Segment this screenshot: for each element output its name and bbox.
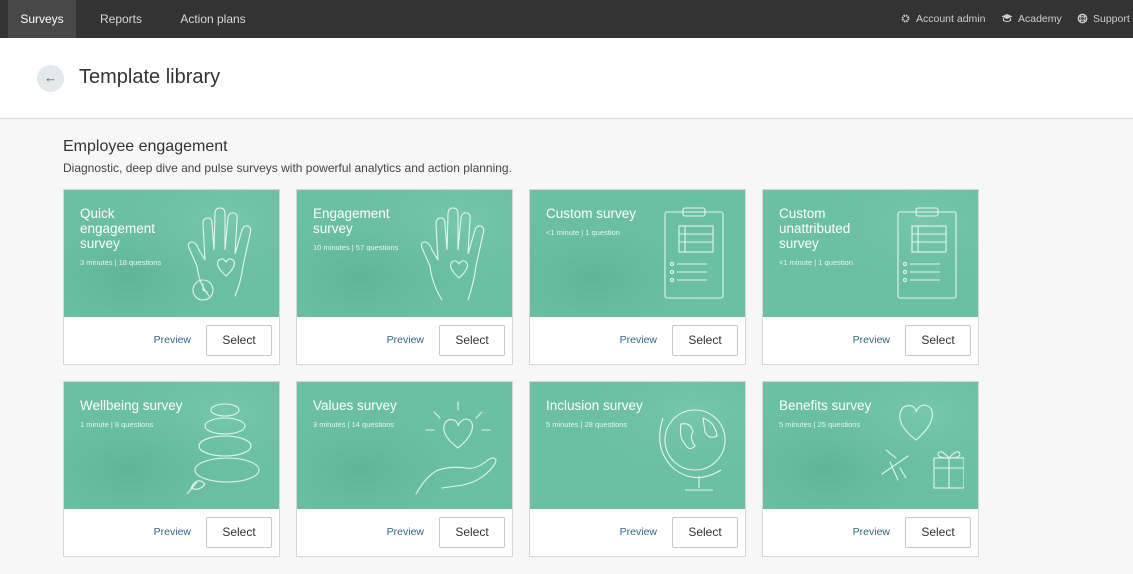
page-header: ← Template library xyxy=(0,38,1133,119)
academy-link[interactable]: Academy xyxy=(1001,0,1062,38)
card-title: Custom survey xyxy=(546,206,637,221)
select-button[interactable]: Select xyxy=(439,517,505,548)
preview-link[interactable]: Preview xyxy=(620,526,657,538)
page-title: Template library xyxy=(79,66,221,88)
card-actions: Preview Select xyxy=(297,509,512,556)
academy-label: Academy xyxy=(1018,13,1062,25)
template-card-values: Values survey 3 minutes | 14 questions P… xyxy=(296,381,513,557)
card-banner: Quick engagement survey 3 minutes | 18 q… xyxy=(64,190,279,317)
support-link[interactable]: Support xyxy=(1077,0,1130,38)
card-title: Quick engagement survey xyxy=(80,206,156,251)
card-meta: 3 minutes | 14 questions xyxy=(313,420,395,429)
arrow-left-icon: ← xyxy=(44,70,57,85)
lifebuoy-icon xyxy=(1077,2,1088,40)
select-button[interactable]: Select xyxy=(672,325,738,356)
card-title: Engagement survey xyxy=(313,206,390,236)
template-card-custom: Custom survey <1 minute | 1 question Pre… xyxy=(529,189,746,365)
preview-link[interactable]: Preview xyxy=(853,526,890,538)
card-actions: Preview Select xyxy=(763,509,978,556)
template-card-wellbeing: Wellbeing survey 1 minute | 8 questions … xyxy=(63,381,280,557)
template-card-benefits: Benefits survey 5 minutes | 25 questions… xyxy=(762,381,979,557)
card-meta: <1 minute | 1 question xyxy=(546,228,620,237)
support-label: Support xyxy=(1093,13,1130,25)
card-meta: <1 minute | 1 question xyxy=(779,258,853,267)
template-card-custom-unattributed: Custom unattributed survey <1 minute | 1… xyxy=(762,189,979,365)
preview-link[interactable]: Preview xyxy=(387,334,424,346)
card-banner: Engagement survey 10 minutes | 57 questi… xyxy=(297,190,512,317)
template-card-inclusion: Inclusion survey 5 minutes | 28 question… xyxy=(529,381,746,557)
select-button[interactable]: Select xyxy=(905,517,971,548)
card-meta: 5 minutes | 25 questions xyxy=(779,420,861,429)
card-meta: 3 minutes | 18 questions xyxy=(80,258,162,267)
heart-plane-gift-icon xyxy=(881,404,964,489)
account-admin-link[interactable]: Account admin xyxy=(900,0,985,38)
hand-heart-clock-icon xyxy=(187,207,252,301)
globe-icon xyxy=(659,409,726,491)
hand-heart-icon xyxy=(420,207,485,301)
clipboard-icon xyxy=(664,207,724,299)
card-actions: Preview Select xyxy=(64,509,279,556)
hand-holding-heart-icon xyxy=(415,401,497,495)
select-button[interactable]: Select xyxy=(206,325,272,356)
card-banner: Custom unattributed survey <1 minute | 1… xyxy=(763,190,978,317)
account-admin-label: Account admin xyxy=(916,13,986,25)
card-actions: Preview Select xyxy=(530,317,745,364)
card-banner: Inclusion survey 5 minutes | 28 question… xyxy=(530,382,745,509)
preview-link[interactable]: Preview xyxy=(154,334,191,346)
card-actions: Preview Select xyxy=(763,317,978,364)
card-banner: Values survey 3 minutes | 14 questions xyxy=(297,382,512,509)
tab-action-plans[interactable]: Action plans xyxy=(170,0,256,38)
card-banner: Custom survey <1 minute | 1 question xyxy=(530,190,745,317)
graduation-cap-icon xyxy=(1001,2,1013,40)
back-button[interactable]: ← xyxy=(37,65,64,92)
card-actions: Preview Select xyxy=(297,317,512,364)
select-button[interactable]: Select xyxy=(905,325,971,356)
card-actions: Preview Select xyxy=(530,509,745,556)
template-card-quick-engagement: Quick engagement survey 3 minutes | 18 q… xyxy=(63,189,280,365)
select-button[interactable]: Select xyxy=(672,517,738,548)
tab-surveys[interactable]: Surveys xyxy=(8,0,76,38)
zen-stones-icon xyxy=(186,403,260,495)
template-card-engagement: Engagement survey 10 minutes | 57 questi… xyxy=(296,189,513,365)
card-meta: 10 minutes | 57 questions xyxy=(313,243,399,252)
section-description: Diagnostic, deep dive and pulse surveys … xyxy=(63,161,512,175)
top-nav: Surveys Reports Action plans Account adm… xyxy=(0,0,1133,38)
card-banner: Wellbeing survey 1 minute | 8 questions xyxy=(64,382,279,509)
select-button[interactable]: Select xyxy=(439,325,505,356)
card-meta: 5 minutes | 28 questions xyxy=(546,420,628,429)
preview-link[interactable]: Preview xyxy=(620,334,657,346)
card-title: Custom unattributed survey xyxy=(779,206,851,251)
card-meta: 1 minute | 8 questions xyxy=(80,420,154,429)
preview-link[interactable]: Preview xyxy=(853,334,890,346)
clipboard-icon xyxy=(897,207,957,299)
gear-icon xyxy=(900,2,911,40)
section-title: Employee engagement xyxy=(63,138,228,155)
card-actions: Preview Select xyxy=(64,317,279,364)
tab-reports[interactable]: Reports xyxy=(90,0,152,38)
preview-link[interactable]: Preview xyxy=(387,526,424,538)
card-banner: Benefits survey 5 minutes | 25 questions xyxy=(763,382,978,509)
preview-link[interactable]: Preview xyxy=(154,526,191,538)
select-button[interactable]: Select xyxy=(206,517,272,548)
